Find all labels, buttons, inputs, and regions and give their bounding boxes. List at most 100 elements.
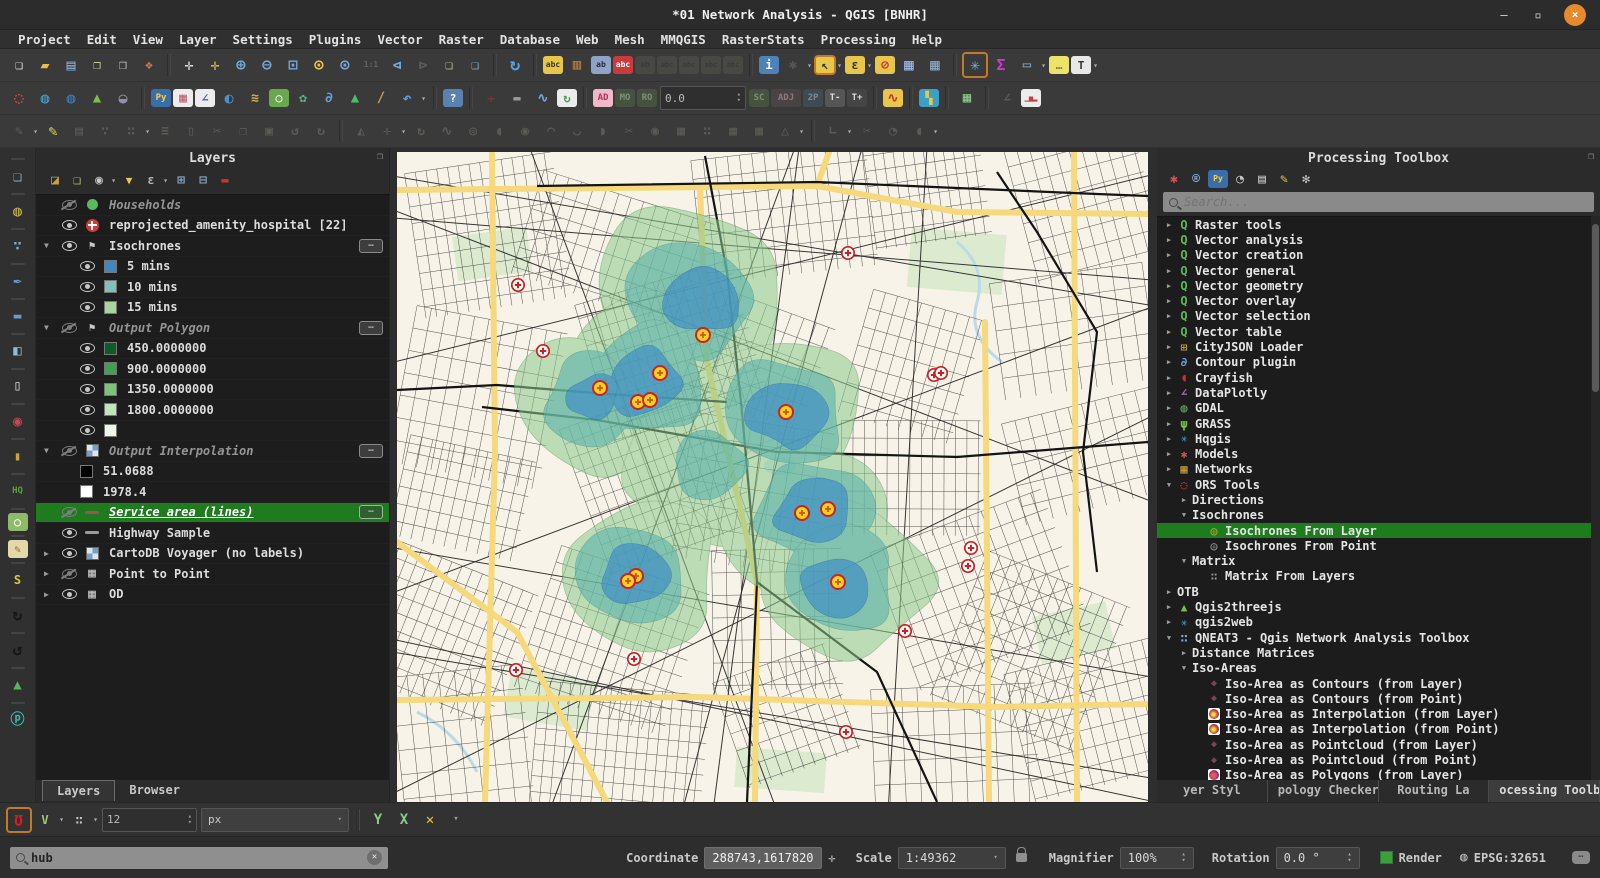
menu-edit[interactable]: Edit bbox=[79, 30, 125, 49]
expander-icon[interactable]: ▼ bbox=[44, 241, 57, 250]
visibility-eye-icon[interactable] bbox=[62, 569, 77, 579]
expander-icon[interactable]: ▶ bbox=[1163, 603, 1175, 611]
processing-tree-item[interactable]: ▶QVector analysis bbox=[1157, 232, 1591, 247]
osm-search-globe-button[interactable]: ◒ bbox=[111, 86, 135, 110]
tab-browser[interactable]: Browser bbox=[115, 780, 194, 801]
processing-search-box[interactable] bbox=[1163, 192, 1594, 212]
processing-tree-item[interactable]: ◆Iso-Area as Pointcloud (from Layer) bbox=[1157, 737, 1591, 752]
visibility-eye-icon[interactable] bbox=[80, 282, 95, 292]
processing-tree-item[interactable]: ▶ψGRASS bbox=[1157, 416, 1591, 431]
visibility-eye-icon[interactable] bbox=[62, 507, 77, 517]
visibility-eye-icon[interactable] bbox=[80, 302, 95, 312]
spin-arrows-icon[interactable]: ▴▾ bbox=[1339, 852, 1351, 863]
layer-row[interactable]: 450.0000000 bbox=[36, 339, 389, 360]
coordinate-input[interactable]: 288743,1617820 bbox=[704, 847, 822, 869]
expand-all-button[interactable]: ⊞ bbox=[171, 170, 191, 190]
class-swatch[interactable] bbox=[80, 485, 93, 498]
zoom-out-button[interactable]: ⊖ bbox=[255, 53, 279, 77]
expander-icon[interactable]: ▼ bbox=[1178, 664, 1190, 672]
menu-database[interactable]: Database bbox=[492, 30, 568, 49]
lastools-button[interactable]: ▲ bbox=[343, 86, 367, 110]
class-swatch[interactable] bbox=[104, 424, 117, 437]
snapping-tolerance-spin[interactable]: 12▴▾ bbox=[102, 808, 197, 832]
dock-tab[interactable]: ocessing Toolb bbox=[1489, 780, 1600, 802]
toggle-editing-button[interactable]: ✎ bbox=[41, 119, 65, 143]
history-button[interactable]: ◔ bbox=[1230, 169, 1250, 189]
pan-map-button[interactable]: ✛ bbox=[177, 53, 201, 77]
resource-leaf-button[interactable]: ✿ bbox=[291, 86, 315, 110]
scale-combo[interactable]: 1:49362 ▾ bbox=[898, 847, 1006, 869]
refresh-map-button[interactable]: ↻ bbox=[503, 53, 527, 77]
move-feature-button-dropdown[interactable]: ▾ bbox=[399, 127, 408, 136]
layer-row[interactable] bbox=[36, 421, 389, 442]
select-features-button-dropdown[interactable]: ▾ bbox=[835, 61, 844, 70]
pointsampling-button[interactable]: ⓟ bbox=[5, 707, 31, 733]
expander-icon[interactable]: ▶ bbox=[1163, 389, 1175, 397]
class-swatch[interactable] bbox=[104, 342, 117, 355]
menu-layer[interactable]: Layer bbox=[171, 30, 225, 49]
deselect-all-button[interactable]: ⊘ bbox=[875, 56, 895, 74]
clear-search-icon[interactable]: ✕ bbox=[367, 850, 382, 865]
advanced-digitizing-2p-button[interactable]: 2P bbox=[803, 89, 823, 107]
maximize-button[interactable]: ▫ bbox=[1530, 8, 1546, 22]
expander-icon[interactable]: ▼ bbox=[44, 323, 57, 332]
processing-tree-item[interactable]: Iso-Area as Interpolation (from Point) bbox=[1157, 722, 1591, 737]
visibility-eye-icon[interactable] bbox=[80, 405, 95, 415]
expander-icon[interactable]: ▶ bbox=[1163, 618, 1175, 626]
help-contents-button[interactable]: ? bbox=[443, 89, 463, 107]
layer-diagram-button[interactable]: ▥ bbox=[565, 53, 589, 77]
pan-to-selection-button[interactable]: ✛ bbox=[203, 53, 227, 77]
pipe-tool-button[interactable]: ▬ bbox=[505, 86, 529, 110]
curve-check-button[interactable]: ∿ bbox=[531, 86, 555, 110]
options-button[interactable]: ✻ bbox=[1296, 169, 1316, 189]
memory-layer-indicator-icon[interactable]: ⋯ bbox=[359, 444, 383, 458]
visibility-eye-icon[interactable] bbox=[80, 364, 95, 374]
processing-tree-item[interactable]: ∷Matrix From Layers bbox=[1157, 569, 1591, 584]
layer-row[interactable]: 1350.0000000 bbox=[36, 380, 389, 401]
panel-popout-icon[interactable]: ❐ bbox=[377, 151, 383, 162]
visibility-eye-icon[interactable] bbox=[62, 323, 77, 333]
processing-tree-item[interactable]: ▶▦Networks bbox=[1157, 462, 1591, 477]
memory-layer-indicator-icon[interactable]: ⋯ bbox=[359, 239, 383, 253]
snapping-mode-button-dropdown[interactable]: ▾ bbox=[57, 815, 66, 824]
add-group-button[interactable]: ❏ bbox=[67, 170, 87, 190]
project-new-button[interactable]: ❏ bbox=[7, 53, 31, 77]
advanced-digitizing-ro-button[interactable]: RO bbox=[637, 89, 657, 107]
expander-icon[interactable]: ▶ bbox=[44, 549, 57, 558]
visibility-eye-icon[interactable] bbox=[80, 384, 95, 394]
layers-pin-button[interactable]: ≋ bbox=[243, 86, 267, 110]
run-feature-action-button-dropdown[interactable]: ▾ bbox=[805, 61, 814, 70]
expander-icon[interactable]: ▼ bbox=[44, 446, 57, 455]
ors-tools-button[interactable]: ◌ bbox=[7, 86, 31, 110]
zoom-to-selection-button[interactable]: ⊙ bbox=[307, 53, 331, 77]
menu-help[interactable]: Help bbox=[904, 30, 950, 49]
advanced-digitizing-mo-button[interactable]: MO bbox=[615, 89, 635, 107]
lock-scale-icon[interactable] bbox=[1016, 853, 1027, 862]
processing-tree-item[interactable]: ▶QVector general bbox=[1157, 263, 1591, 278]
visibility-eye-icon[interactable] bbox=[80, 261, 95, 271]
processing-tree-item[interactable]: ▶◖Crayfish bbox=[1157, 370, 1591, 385]
memory-layer-indicator-icon[interactable]: ⋯ bbox=[359, 321, 383, 335]
layer-row[interactable]: ▼Output Interpolation⋯ bbox=[36, 441, 389, 462]
visibility-eye-icon[interactable] bbox=[62, 589, 77, 599]
expander-icon[interactable]: ▶ bbox=[1163, 282, 1175, 290]
current-edits-button-dropdown[interactable]: ▾ bbox=[31, 127, 40, 136]
expander-icon[interactable]: ▶ bbox=[1163, 343, 1175, 351]
processing-tree-item[interactable]: ▶✳qgis2web bbox=[1157, 615, 1591, 630]
open-attribute-table-button[interactable]: ▦ bbox=[897, 53, 921, 77]
dataplotly-grid-button[interactable]: ▦ bbox=[173, 89, 193, 107]
expander-icon[interactable]: ▶ bbox=[1163, 588, 1175, 596]
advanced-digitizing-value-spin[interactable]: 0.0▴▾ bbox=[660, 86, 746, 110]
new-print-layout-button[interactable]: ❐ bbox=[85, 53, 109, 77]
processing-tree-item[interactable]: ▼Isochrones bbox=[1157, 508, 1591, 523]
memory-layer-indicator-icon[interactable]: ⋯ bbox=[359, 505, 383, 519]
scrollbar-thumb[interactable] bbox=[1592, 224, 1599, 392]
advanced-digitizing-ad-button[interactable]: AD bbox=[593, 89, 613, 107]
snapping-on-intersection-button[interactable]: X bbox=[392, 808, 416, 832]
tab-layers[interactable]: Layers bbox=[42, 780, 115, 801]
processing-tree-item[interactable]: ▶QVector table bbox=[1157, 324, 1591, 339]
layer-row[interactable]: Households bbox=[36, 195, 389, 216]
pin-labels-button[interactable]: ab bbox=[591, 56, 611, 74]
processing-tree-item[interactable]: ▶⊞CityJSON Loader bbox=[1157, 339, 1591, 354]
add-delimited-text-button[interactable]: ∵ bbox=[5, 233, 31, 259]
